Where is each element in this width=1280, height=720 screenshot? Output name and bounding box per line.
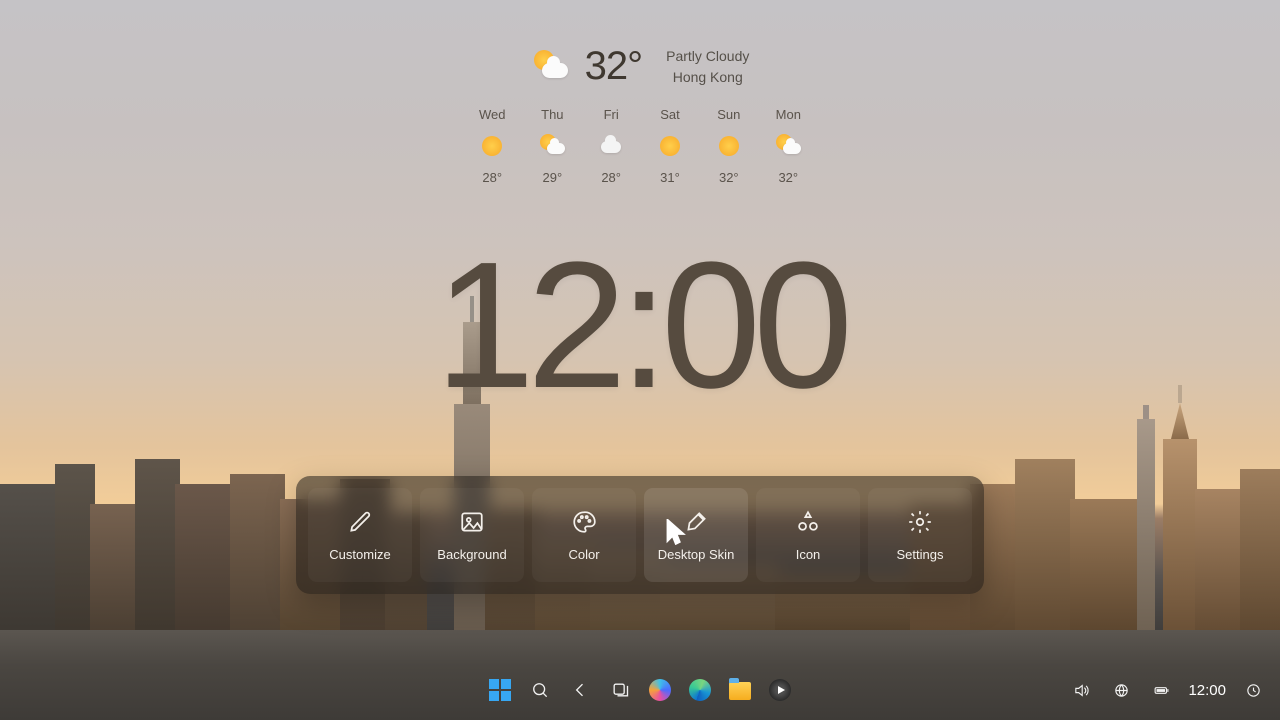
forecast-day[interactable]: Wed 28°	[479, 107, 506, 185]
partly-cloudy-icon	[776, 134, 800, 158]
forecast-day[interactable]: Fri 28°	[599, 107, 623, 185]
forecast-temp: 32°	[778, 170, 798, 185]
task-view-button[interactable]	[607, 677, 633, 703]
weather-forecast: Wed 28° Thu 29° Fri 28° Sat 31° Sun 32° …	[475, 107, 805, 185]
pencil-icon	[347, 509, 373, 535]
forecast-day[interactable]: Sun 32°	[717, 107, 741, 185]
copilot-button[interactable]	[647, 677, 673, 703]
panel-customize[interactable]: Customize	[308, 488, 412, 582]
panel-color[interactable]: Color	[532, 488, 636, 582]
globe-icon	[1113, 682, 1130, 699]
windows-logo-icon	[489, 679, 511, 701]
sunny-icon	[658, 134, 682, 158]
play-icon	[769, 679, 791, 701]
panel-item-label: Settings	[897, 547, 944, 562]
panel-item-label: Background	[437, 547, 506, 562]
forecast-temp: 29°	[542, 170, 562, 185]
forecast-day-label: Mon	[776, 107, 801, 122]
panel-settings[interactable]: Settings	[868, 488, 972, 582]
forecast-temp: 28°	[482, 170, 502, 185]
file-explorer-button[interactable]	[727, 677, 753, 703]
copilot-icon	[649, 679, 671, 701]
palette-icon	[571, 509, 597, 535]
volume-button[interactable]	[1068, 677, 1094, 703]
clock-icon	[1245, 682, 1262, 699]
edge-button[interactable]	[687, 677, 713, 703]
action-center-button[interactable]	[1240, 677, 1266, 703]
network-button[interactable]	[1108, 677, 1134, 703]
desktop-clock[interactable]: 12:00	[0, 222, 1280, 429]
search-button[interactable]	[527, 677, 553, 703]
weather-now-icon	[531, 47, 571, 87]
start-button[interactable]	[487, 677, 513, 703]
panel-item-label: Customize	[329, 547, 390, 562]
volume-icon	[1073, 682, 1090, 699]
forecast-day[interactable]: Thu 29°	[540, 107, 564, 185]
cursor-icon	[663, 519, 689, 545]
chevron-left-icon	[570, 680, 590, 700]
folder-icon	[729, 682, 751, 700]
weather-temperature: 32°	[585, 44, 643, 89]
forecast-day-label: Fri	[604, 107, 619, 122]
task-view-icon	[610, 680, 630, 700]
image-icon	[459, 509, 485, 535]
sunny-icon	[480, 134, 504, 158]
panel-item-label: Color	[568, 547, 599, 562]
forecast-temp: 32°	[719, 170, 739, 185]
forecast-day[interactable]: Mon 32°	[776, 107, 801, 185]
taskbar: 12:00	[0, 668, 1280, 712]
edge-icon	[689, 679, 711, 701]
search-icon	[530, 680, 550, 700]
panel-item-label: Icon	[796, 547, 821, 562]
panel-background[interactable]: Background	[420, 488, 524, 582]
forecast-day-label: Sat	[660, 107, 680, 122]
weather-condition: Partly Cloudy	[666, 46, 749, 67]
panel-item-label: Desktop Skin	[658, 547, 735, 562]
partly-cloudy-icon	[540, 134, 564, 158]
panel-desktop-skin[interactable]: Desktop Skin	[644, 488, 748, 582]
forecast-day-label: Wed	[479, 107, 506, 122]
forecast-temp: 31°	[660, 170, 680, 185]
sunny-icon	[717, 134, 741, 158]
weather-widget[interactable]: 32° Partly Cloudy Hong Kong Wed 28° Thu …	[475, 44, 805, 185]
forecast-temp: 28°	[601, 170, 621, 185]
forecast-day[interactable]: Sat 31°	[658, 107, 682, 185]
cloudy-icon	[599, 134, 623, 158]
forecast-day-label: Sun	[717, 107, 740, 122]
media-player-button[interactable]	[767, 677, 793, 703]
weather-location: Hong Kong	[666, 67, 749, 88]
forecast-day-label: Thu	[541, 107, 563, 122]
panel-icon[interactable]: Icon	[756, 488, 860, 582]
gear-icon	[907, 509, 933, 535]
shapes-icon	[795, 509, 821, 535]
battery-icon	[1153, 682, 1170, 699]
back-button[interactable]	[567, 677, 593, 703]
battery-button[interactable]	[1148, 677, 1174, 703]
taskbar-clock[interactable]: 12:00	[1188, 682, 1226, 699]
quick-panel: Customize Background Color Desktop Skin …	[296, 476, 984, 594]
